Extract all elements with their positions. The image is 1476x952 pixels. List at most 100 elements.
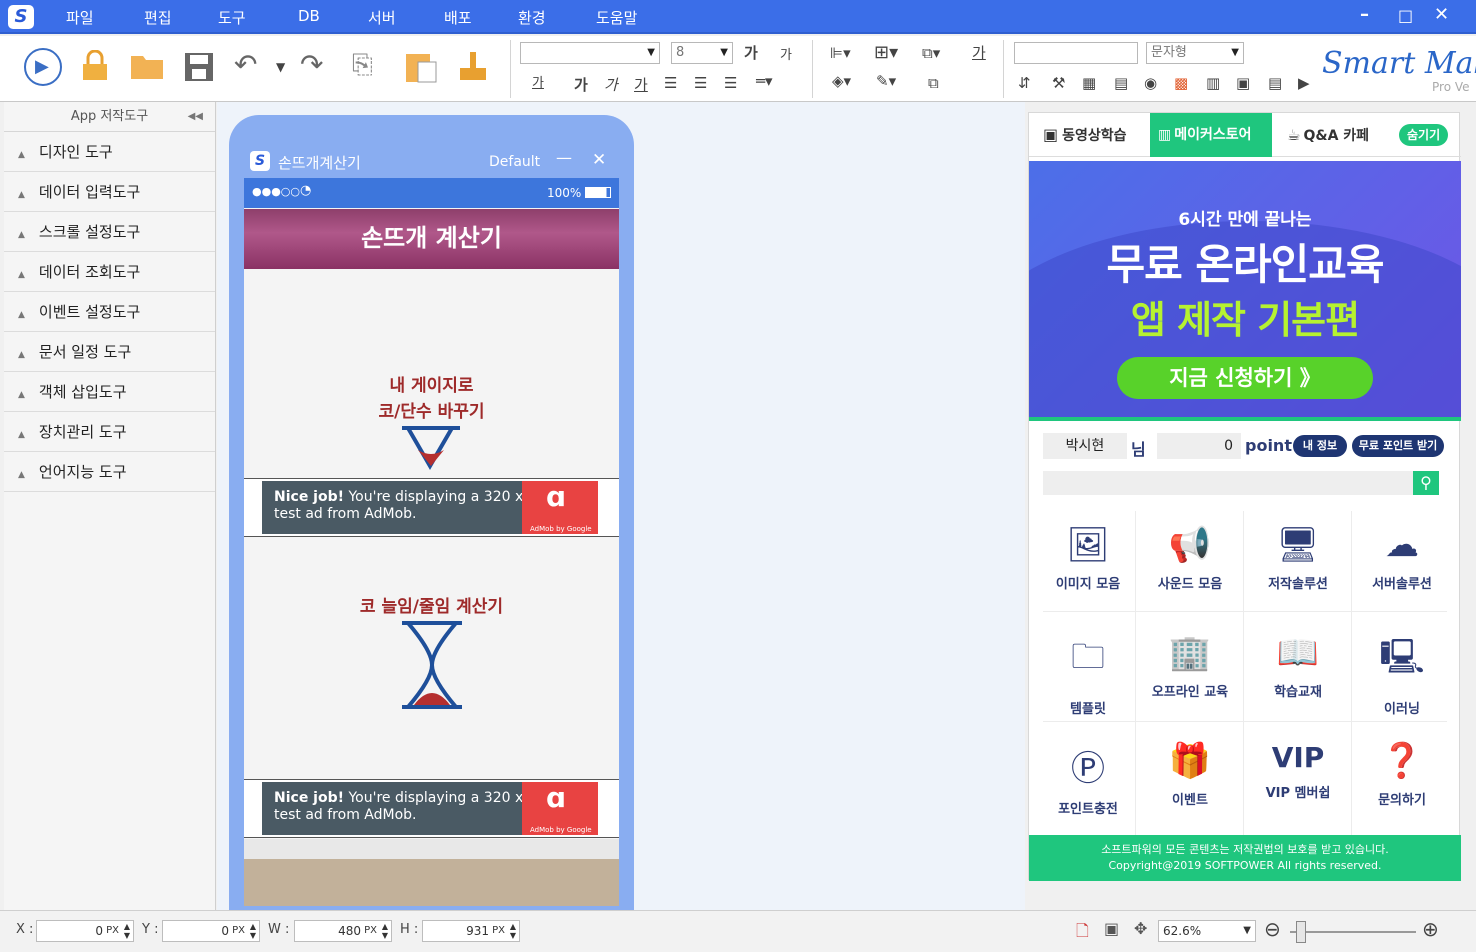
delete-page-icon[interactable]: 🗋 [1076,920,1089,947]
sidebar-item-scroll[interactable]: ▲ 스크롤 설정도구 [4,212,215,252]
fill-color-icon[interactable]: ◈▾ [832,72,851,90]
increase-decrease-calculator[interactable]: 코 늘임/줄임 계산기 [244,592,619,617]
tab-video-learning[interactable]: ▣ 동영상학습 [1043,113,1127,157]
sidebar-item-document[interactable]: ▲ 문서 일정 도구 [4,332,215,372]
admob-banner-top[interactable]: Nice job! You're displaying a 320 x 50 te… [244,478,619,537]
align-right-icon[interactable]: ☰ [724,74,737,92]
width-input[interactable]: 480 PX ▲ ▼ [294,920,392,942]
sidebar-item-object[interactable]: ▲ 객체 삽입도구 [4,372,215,412]
group-icon[interactable]: ⧉▾ [922,44,940,62]
grid-item-offline[interactable]: 🏢 오프라인 교육 [1137,619,1243,727]
grid-item-point-charge[interactable]: Ⓟ 포인트충전 [1035,727,1141,835]
bold-icon[interactable]: 가 [574,74,588,95]
layout-icon[interactable]: ▥ [1206,74,1220,92]
align-objects-icon[interactable]: ⊫▾ [830,44,851,62]
form-icon[interactable]: ▣ [1236,74,1250,92]
grid-item-vip[interactable]: VIP VIP 멤버쉽 [1245,727,1351,835]
menu-help[interactable]: 도움말 [596,7,637,28]
zoom-slider-handle[interactable] [1296,921,1306,943]
ad-content[interactable]: Nice job! You're displaying a 320 x 50 te… [262,782,598,835]
font-color-icon[interactable]: 가 [532,72,544,91]
distribute-icon[interactable]: ⊞▾ [874,42,898,63]
free-points-button[interactable]: 무료 포인트 받기 [1352,435,1444,457]
wand-icon[interactable]: ⚒ [1052,74,1065,92]
align-left-icon[interactable]: ☰ [664,74,677,92]
maximize-button[interactable]: □ [1398,6,1413,25]
collapse-icon[interactable]: ◀◀ [188,102,203,132]
zoom-select[interactable]: 62.6% ▼ [1158,920,1256,942]
search-input[interactable] [1043,471,1413,495]
menu-edit[interactable]: 편집 [144,7,172,28]
menu-deploy[interactable]: 배포 [444,7,472,28]
grid-item-sounds[interactable]: 📢 사운드 모음 [1137,511,1243,619]
apply-now-button[interactable]: 지금 신청하기 》 [1117,357,1373,399]
search-icon[interactable]: ⚲ [1413,471,1439,495]
eye-icon[interactable]: ◉ [1144,74,1157,92]
align-center-icon[interactable]: ☰ [694,74,707,92]
color-grid-icon[interactable]: ▩ [1174,74,1188,92]
italic-icon[interactable]: 가 [604,74,618,95]
table-icon[interactable]: ▦ [1082,74,1096,92]
calendar-icon[interactable]: ▤ [1114,74,1128,92]
hourglass-icon[interactable] [400,426,462,480]
undo-icon[interactable]: ↶ [234,48,257,81]
theme-label[interactable]: Default [489,154,540,170]
undo-dropdown-icon[interactable]: ▼ [276,60,285,74]
zoom-slider[interactable] [1290,931,1416,933]
menu-tools[interactable]: 도구 [218,7,246,28]
lock-icon[interactable] [80,49,110,82]
object-name-input[interactable] [1014,42,1138,64]
redo-icon[interactable]: ↷ [300,48,323,81]
x-input[interactable]: 0 PX ▲ ▼ [36,920,134,942]
sidebar-item-data-query[interactable]: ▲ 데이터 조회도구 [4,252,215,292]
minimize-button[interactable]: – [1360,4,1369,25]
my-info-button[interactable]: 내 정보 [1293,435,1347,457]
sidebar-item-design[interactable]: ▲ 디자인 도구 [4,132,215,172]
close-button[interactable]: ✕ [1434,4,1449,25]
menu-settings[interactable]: 환경 [518,7,546,28]
font-size-select[interactable]: 8 ▼ [671,42,733,64]
save-icon[interactable] [184,52,214,86]
y-input[interactable]: 0 PX ▲ ▼ [162,920,260,942]
grid-item-templates[interactable]: 🗀 템플릿 [1035,619,1141,727]
open-folder-icon[interactable] [130,52,164,84]
sidebar-item-device[interactable]: ▲ 장치관리 도구 [4,412,215,452]
menu-db[interactable]: DB [298,7,320,25]
grid-item-inquiry[interactable]: ❓ 문의하기 [1349,727,1455,835]
zoom-in-icon[interactable]: ⊕ [1422,917,1439,941]
copy-icon[interactable]: ⎘ [352,50,373,81]
format-painter-icon[interactable] [458,50,488,88]
fit-screen-icon[interactable]: ✥ [1134,919,1147,938]
font-family-select[interactable]: ▼ [520,42,660,64]
grid-item-elearning[interactable]: 🖳 이러닝 [1349,619,1455,727]
admob-banner-bottom[interactable]: Nice job! You're displaying a 320 x 50 te… [244,779,619,838]
run-button[interactable]: ▶ [24,48,62,86]
grid-item-textbook[interactable]: 📖 학습교재 [1245,619,1351,727]
hide-button[interactable]: 숨기기 [1399,124,1449,146]
underline-icon[interactable]: 가 [634,74,648,95]
gauge-convert-line1[interactable]: 내 게이지로 [244,371,619,396]
height-input[interactable]: 931 PX ▲ ▼ [422,920,520,942]
grid-item-images[interactable]: 🖼 이미지 모음 [1035,511,1141,619]
hourglass-icon-2[interactable] [400,621,464,711]
gauge-convert-line2[interactable]: 코/단수 바꾸기 [244,397,619,422]
sidebar-item-language[interactable]: ▲ 언어지능 도구 [4,452,215,492]
grid-item-authoring[interactable]: 🖥 저작솔루션 [1245,511,1351,619]
ad-content[interactable]: Nice job! You're displaying a 320 x 50 te… [262,481,598,534]
media-icon[interactable]: ▶ [1298,74,1310,92]
sidebar-item-event[interactable]: ▲ 이벤트 설정도구 [4,292,215,332]
minimize-icon[interactable]: — [556,148,572,167]
line-style-icon[interactable]: ═▾ [756,72,773,90]
tab-maker-store[interactable]: ▥ 메이커스토어 [1150,113,1272,157]
ungroup-icon[interactable]: ⧉ [928,74,939,92]
line-color-icon[interactable]: ✎▾ [876,72,896,90]
grid-item-event[interactable]: 🎁 이벤트 [1137,727,1243,835]
sidebar-item-data-input[interactable]: ▲ 데이터 입력도구 [4,172,215,212]
font-shrink-icon[interactable]: 가 [780,44,792,63]
text-type-select[interactable]: 문자형 ▼ [1146,42,1244,64]
sheet-icon[interactable]: ▤ [1268,74,1282,92]
close-icon[interactable]: ✕ [592,150,606,170]
promo-banner[interactable]: 6시간 만에 끝나는 무료 온라인교육 앱 제작 기본편 지금 신청하기 》 [1029,161,1461,417]
tab-qa-cafe[interactable]: ☕ Q&A 카페 [1287,113,1369,157]
sort-icon[interactable]: ⇵ [1018,74,1031,92]
